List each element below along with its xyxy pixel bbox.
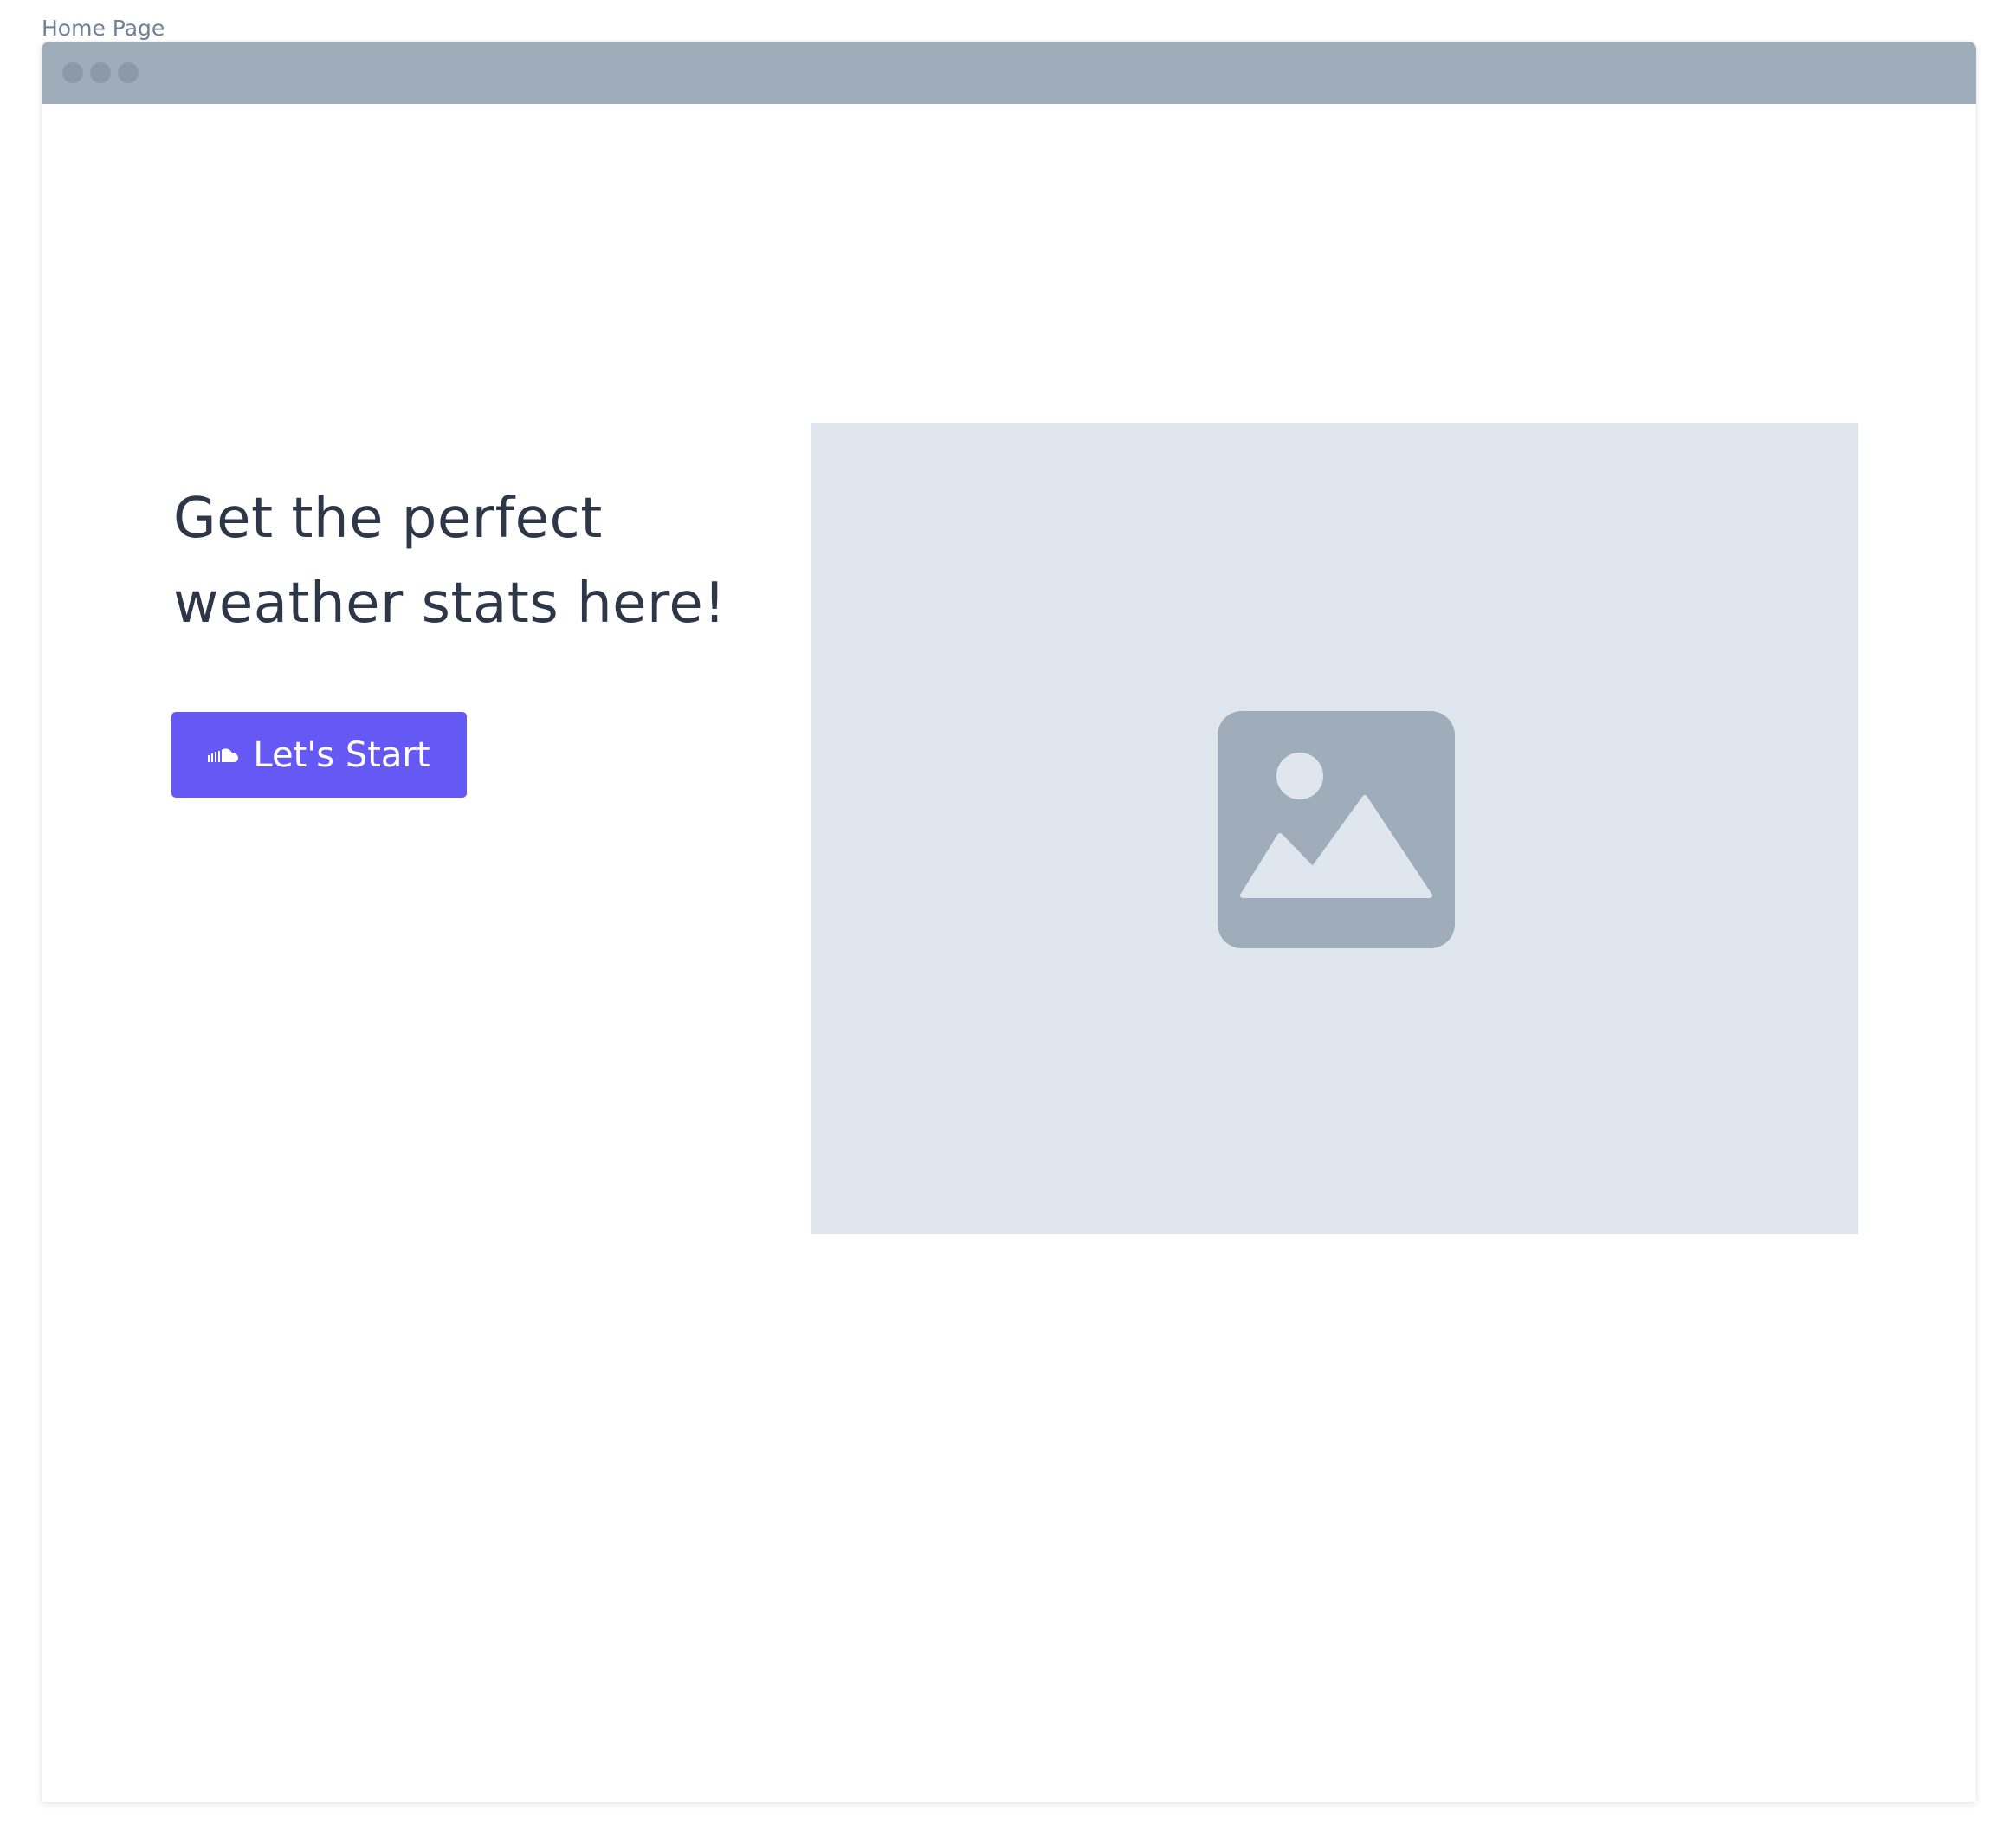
- browser-window: Get the perfect weather stats here! Let'…: [42, 42, 1976, 1802]
- window-control-dot-3[interactable]: [118, 62, 139, 83]
- soundcloud-icon: [208, 747, 239, 764]
- browser-titlebar: [42, 42, 1976, 104]
- window-control-dot-1[interactable]: [62, 62, 83, 83]
- hero-headline: Get the perfect weather stats here!: [173, 487, 727, 636]
- lets-start-label: Let's Start: [253, 734, 430, 775]
- lets-start-button[interactable]: Let's Start: [171, 712, 467, 798]
- frame-label: Home Page: [42, 16, 165, 41]
- hero-image-placeholder: [811, 423, 1858, 1234]
- image-placeholder-icon: [1218, 711, 1455, 948]
- window-control-dot-2[interactable]: [90, 62, 111, 83]
